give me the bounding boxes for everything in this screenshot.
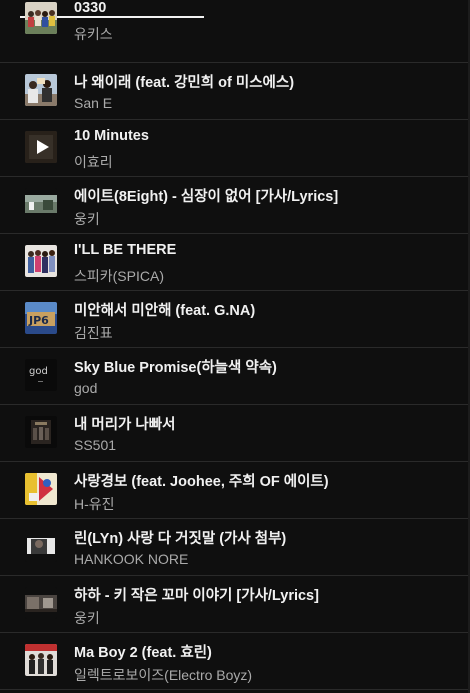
song-title: Ma Boy 2 (feat. 효린) bbox=[74, 645, 212, 661]
song-title: 하하 - 키 작은 꼬마 이야기 [가사/Lyrics] bbox=[74, 588, 319, 604]
song-title: 에이트(8Eight) - 심장이 없어 [가사/Lyrics] bbox=[74, 189, 339, 205]
god-logo-thumbnail-icon: god bbox=[25, 359, 57, 391]
album-cover-thumbnail-icon: JP6 bbox=[25, 302, 57, 334]
artist-name: god bbox=[74, 380, 98, 396]
song-title: Sky Blue Promise(하늘색 약속) bbox=[74, 360, 277, 376]
song-title: 사랑경보 (feat. Joohee, 주희 OF 에이트) bbox=[74, 474, 329, 490]
playlist-item[interactable]: god Sky Blue Promise(하늘색 약속) god bbox=[0, 348, 470, 405]
svg-text:god: god bbox=[29, 366, 48, 377]
playlist-item[interactable]: 0330 유키스 bbox=[0, 0, 470, 63]
song-title: 미안해서 미안해 (feat. G.NA) bbox=[74, 303, 256, 319]
song-title: 10 Minutes bbox=[74, 128, 149, 144]
group-photo-thumbnail-icon bbox=[25, 245, 57, 277]
artist-name: 이효리 bbox=[74, 154, 113, 170]
artist-name: 스피카(SPICA) bbox=[74, 268, 164, 284]
landscape-thumbnail-icon bbox=[25, 188, 57, 220]
song-title: I'LL BE THERE bbox=[74, 242, 177, 258]
artist-name: 웅키 bbox=[74, 211, 100, 227]
playlist-item[interactable]: 10 Minutes 이효리 bbox=[0, 120, 470, 177]
play-icon[interactable] bbox=[25, 131, 57, 163]
artist-name: San E bbox=[74, 95, 113, 111]
playlist-item[interactable]: Ma Boy 2 (feat. 효린) 일렉트로보이즈(Electro Boyz… bbox=[0, 633, 470, 690]
song-title: 린(LYn) 사랑 다 거짓말 (가사 첨부) bbox=[74, 531, 287, 547]
artist-name: 유키스 bbox=[74, 26, 113, 42]
now-playing-thumbnail bbox=[25, 131, 57, 163]
group-photo-thumbnail-icon bbox=[25, 644, 57, 676]
dark-cover-thumbnail-icon bbox=[25, 416, 57, 448]
playlist-item[interactable]: I'LL BE THERE 스피카(SPICA) bbox=[0, 234, 470, 291]
song-title: 0330 bbox=[74, 0, 107, 16]
artist-name: 일렉트로보이즈(Electro Boyz) bbox=[74, 667, 253, 683]
playlist-item[interactable]: 나 왜이래 (feat. 강민희 of 미스에스) San E bbox=[0, 63, 470, 120]
playlist-item[interactable]: 에이트(8Eight) - 심장이 없어 [가사/Lyrics] 웅키 bbox=[0, 177, 470, 234]
artist-name: SS501 bbox=[74, 437, 117, 453]
song-title: 나 왜이래 (feat. 강민희 of 미스에스) bbox=[74, 75, 295, 91]
portrait-thumbnail-icon bbox=[25, 530, 57, 562]
video-still-thumbnail-icon bbox=[25, 587, 57, 619]
group-photo-thumbnail-icon bbox=[25, 2, 57, 34]
playlist-item[interactable]: 내 머리가 나빠서 SS501 bbox=[0, 405, 470, 462]
artist-name: 김진표 bbox=[74, 325, 113, 341]
artist-name: 웅키 bbox=[74, 610, 100, 626]
playlist-list: 0330 유키스 나 왜이래 (feat. 강민희 of 미스에스) San E bbox=[0, 0, 470, 690]
artist-name: H-유진 bbox=[74, 496, 115, 512]
svg-text:JP6: JP6 bbox=[28, 314, 49, 327]
song-title: 내 머리가 나빠서 bbox=[74, 417, 176, 433]
playlist-item[interactable]: 사랑경보 (feat. Joohee, 주희 OF 에이트) H-유진 bbox=[0, 462, 470, 519]
artist-name: HANKOOK NORE bbox=[74, 551, 189, 567]
playlist-panel: 0330 유키스 나 왜이래 (feat. 강민희 of 미스에스) San E bbox=[0, 0, 470, 693]
group-photo-thumbnail-icon bbox=[25, 74, 57, 106]
playlist-item[interactable]: 하하 - 키 작은 꼬마 이야기 [가사/Lyrics] 웅키 bbox=[0, 576, 470, 633]
playlist-item[interactable]: 린(LYn) 사랑 다 거짓말 (가사 첨부) HANKOOK NORE bbox=[0, 519, 470, 576]
playlist-item[interactable]: JP6 미안해서 미안해 (feat. G.NA) 김진표 bbox=[0, 291, 470, 348]
colorful-cover-thumbnail-icon bbox=[25, 473, 57, 505]
